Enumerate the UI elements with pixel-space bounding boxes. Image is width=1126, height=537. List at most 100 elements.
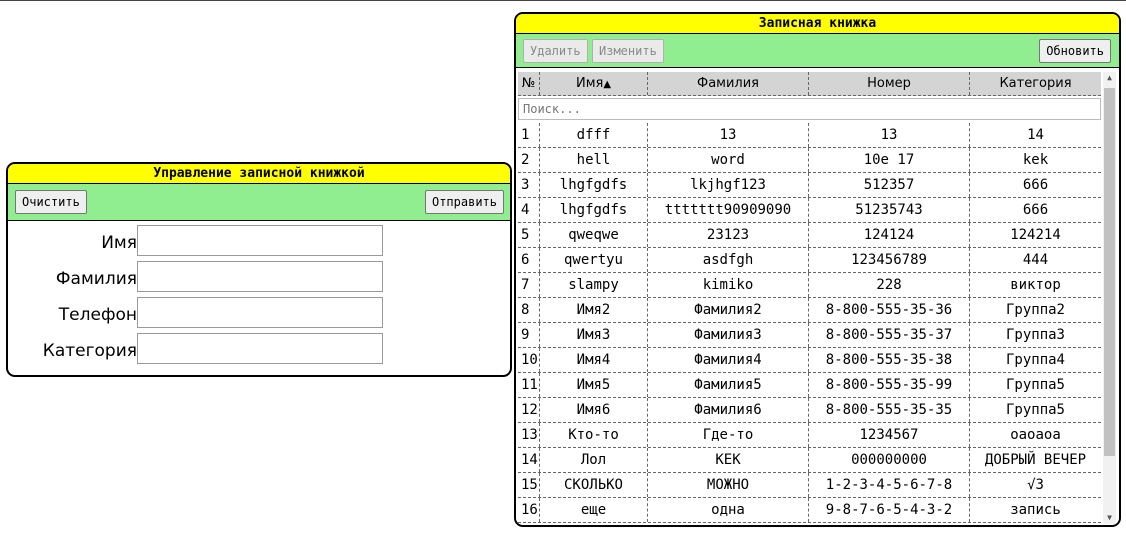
first-name-cell: lhgfgdfs: [540, 198, 648, 222]
address-book-toolbar: Удалить Изменить Обновить: [516, 34, 1119, 68]
last-name-cell: Фамилия4: [648, 348, 809, 372]
table-row[interactable]: 11 Имя5 Фамилия5 8-800-555-35-99 Группа5: [518, 373, 1101, 398]
search-input[interactable]: [518, 98, 1101, 120]
table-row[interactable]: 7 slampy kimiko 228 виктор: [518, 273, 1101, 298]
delete-button[interactable]: Удалить: [523, 39, 588, 63]
table-row[interactable]: 6 qwertyu asdfgh 123456789 444: [518, 248, 1101, 273]
first-name-input[interactable]: [137, 225, 383, 256]
row-number-cell: 5: [518, 223, 540, 247]
first-name-cell: Имя6: [540, 398, 648, 422]
row-number-cell: 15: [518, 473, 540, 497]
first-name-cell: Имя3: [540, 323, 648, 347]
table-row[interactable]: 8 Имя2 Фамилия2 8-800-555-35-36 Группа2: [518, 298, 1101, 323]
phone-input[interactable]: [137, 297, 383, 328]
row-number-cell: 10: [518, 348, 540, 372]
first-name-cell: qwertyu: [540, 248, 648, 272]
table-row[interactable]: 16 еще одна 9-8-7-6-5-4-3-2 запись: [518, 498, 1101, 523]
category-cell: запись: [1010, 502, 1061, 518]
last-name-cell: lkjhgf123: [648, 173, 809, 197]
row-number-cell: 16: [518, 498, 540, 522]
row-number-cell: 12: [518, 398, 540, 422]
table-row[interactable]: 5 qweqwe 23123 124124 124214: [518, 223, 1101, 248]
first-name-cell: lhgfgdfs: [540, 173, 648, 197]
category-cell: 666: [1022, 177, 1049, 193]
table-row[interactable]: 14 Лол KEK 000000000 ДОБРЫЙ ВЕЧЕР: [518, 448, 1101, 473]
category-cell: Группа2: [1005, 302, 1065, 318]
phone-cell: 8-800-555-35-99: [809, 373, 970, 397]
sort-ascending-icon: ▲: [603, 79, 612, 90]
grid-header-row: № Имя▲ Фамилия Номер Категория: [518, 72, 1101, 96]
phone-cell: 512357: [809, 173, 970, 197]
refresh-button[interactable]: Обновить: [1039, 39, 1111, 63]
column-header-number[interactable]: №: [518, 72, 540, 95]
vertical-scrollbar[interactable]: ▲ ▼: [1103, 72, 1116, 524]
phone-cell: 1234567: [809, 423, 970, 447]
row-number-cell: 2: [518, 148, 540, 172]
last-name-cell: ttttttt90909090: [648, 198, 809, 222]
last-name-label: Фамилия: [55, 269, 137, 289]
category-cell: kek: [1022, 152, 1049, 168]
first-name-cell: СКОЛЬКО: [540, 473, 648, 497]
last-name-cell: KEK: [648, 448, 809, 472]
table-row[interactable]: 13 Кто-то Где-то 1234567 оаоаоа: [518, 423, 1101, 448]
first-name-cell: Имя5: [540, 373, 648, 397]
last-name-input[interactable]: [137, 261, 383, 292]
category-cell: Группа4: [1005, 352, 1065, 368]
scrollbar-thumb[interactable]: [1104, 88, 1115, 456]
table-row[interactable]: 12 Имя6 Фамилия6 8-800-555-35-35 Группа5: [518, 398, 1101, 423]
phone-cell: 1-2-3-4-5-6-7-8: [809, 473, 970, 497]
form-row-last-name: Фамилия: [8, 261, 510, 293]
scroll-down-arrow-icon[interactable]: ▼: [1103, 512, 1116, 524]
last-name-cell: word: [648, 148, 809, 172]
table-row[interactable]: 9 Имя3 Фамилия3 8-800-555-35-37 Группа3: [518, 323, 1101, 348]
last-name-cell: Где-то: [648, 423, 809, 447]
phone-cell: 51235743: [809, 198, 970, 222]
top-border-line: [0, 0, 1126, 1]
table-row[interactable]: 10 Имя4 Фамилия4 8-800-555-35-38 Группа4: [518, 348, 1101, 373]
last-name-cell: Фамилия6: [648, 398, 809, 422]
phone-cell: 9-8-7-6-5-4-3-2: [809, 498, 970, 522]
last-name-cell: 23123: [648, 223, 809, 247]
phone-cell: 10e 17: [809, 148, 970, 172]
table-row[interactable]: 4 lhgfgdfs ttttttt90909090 51235743 666: [518, 198, 1101, 223]
phone-label: Телефон: [58, 305, 137, 325]
last-name-cell: asdfgh: [648, 248, 809, 272]
column-header-category[interactable]: Категория: [970, 72, 1101, 95]
scroll-up-arrow-icon[interactable]: ▲: [1103, 72, 1116, 84]
phone-cell: 000000000: [809, 448, 970, 472]
category-cell: 666: [1022, 202, 1049, 218]
first-name-cell: dfff: [540, 123, 648, 147]
column-header-last-name[interactable]: Фамилия: [648, 72, 809, 95]
table-row[interactable]: 15 СКОЛЬКО МОЖНО 1-2-3-4-5-6-7-8 √3: [518, 473, 1101, 498]
first-name-cell: Лол: [540, 448, 648, 472]
edit-button[interactable]: Изменить: [592, 39, 664, 63]
last-name-cell: Фамилия5: [648, 373, 809, 397]
column-header-first-name[interactable]: Имя▲: [540, 72, 648, 95]
form-row-first-name: Имя: [8, 225, 510, 257]
row-number-cell: 13: [518, 423, 540, 447]
address-book-title: Записная книжка: [516, 14, 1119, 34]
table-row[interactable]: 3 lhgfgdfs lkjhgf123 512357 666: [518, 173, 1101, 198]
search-row: [518, 98, 1101, 120]
category-input[interactable]: [137, 333, 383, 364]
category-cell: 444: [1022, 252, 1049, 268]
category-cell: виктор: [1010, 277, 1061, 293]
records-list: 1 dfff 13 13 14 2 hell word 10e 17 kek 3 lhgfgdfs lk…: [518, 123, 1101, 523]
phone-cell: 13: [809, 123, 970, 147]
row-number-cell: 4: [518, 198, 540, 222]
table-row[interactable]: 1 dfff 13 13 14: [518, 123, 1101, 148]
row-number-cell: 8: [518, 298, 540, 322]
clear-button[interactable]: Очистить: [15, 190, 87, 214]
category-cell: Группа5: [1005, 402, 1065, 418]
phone-cell: 8-800-555-35-36: [809, 298, 970, 322]
category-cell: оаоаоа: [1010, 427, 1061, 443]
last-name-cell: одна: [648, 498, 809, 522]
control-panel-title: Управление записной книжкой: [8, 164, 510, 184]
first-name-cell: Кто-то: [540, 423, 648, 447]
column-header-phone[interactable]: Номер: [809, 72, 970, 95]
last-name-cell: kimiko: [648, 273, 809, 297]
category-cell: 124214: [1010, 227, 1061, 243]
last-name-cell: МОЖНО: [648, 473, 809, 497]
submit-button[interactable]: Отправить: [424, 190, 504, 214]
table-row[interactable]: 2 hell word 10e 17 kek: [518, 148, 1101, 173]
